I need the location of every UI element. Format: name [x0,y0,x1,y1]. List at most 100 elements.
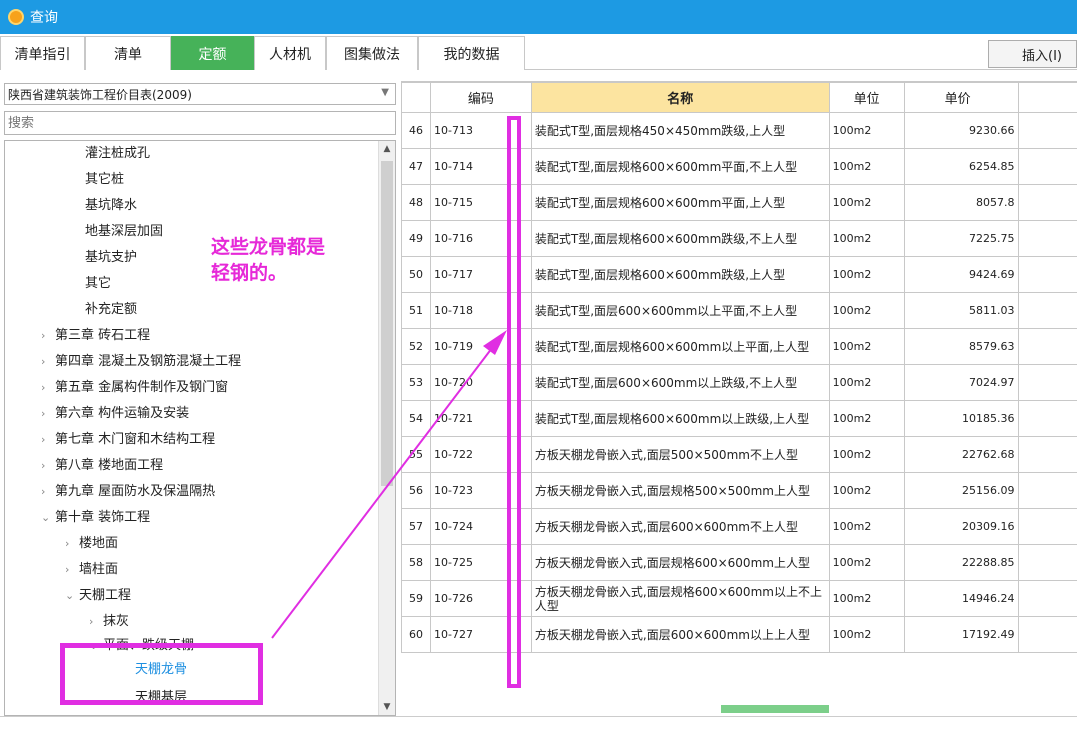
table-row[interactable]: 57 10-724 方板天棚龙骨嵌入式,面层600×600mm不上人型 100m2 20… [401,508,1077,545]
tree-item[interactable]: › 第七章 木门窗和木结构工程 [41,429,215,451]
cell-n[interactable]: 47 [401,148,431,185]
cell-price[interactable]: 7024.97 [903,364,1019,401]
cell-price[interactable]: 10185.36 [903,400,1019,437]
cell-name[interactable]: 方板天棚龙骨嵌入式,面层600×600mm不上人型 [530,508,830,545]
tree-item[interactable]: › 第六章 构件运输及安装 [41,403,189,425]
cell-name[interactable]: 装配式T型,面层规格450×450mm跌级,上人型 [530,112,830,149]
cell-n[interactable]: 53 [401,364,431,401]
table-row[interactable]: 53 10-720 装配式T型,面层600×600mm以上跌级,不上人型 100m2 7… [401,364,1077,401]
table-row[interactable]: 50 10-717 装配式T型,面层规格600×600mm跌级,上人型 100m2 94… [401,256,1077,293]
cell-n[interactable]: 52 [401,328,431,365]
cell-unit[interactable]: 100m2 [828,580,905,617]
cell-unit[interactable]: 100m2 [828,148,905,185]
tree-item[interactable]: › 第九章 屋面防水及保温隔热 [41,481,215,503]
table-row[interactable]: 51 10-718 装配式T型,面层600×600mm以上平面,不上人型 100m2 5… [401,292,1077,329]
scroll-thumb[interactable] [381,161,393,486]
cell-price[interactable]: 25156.09 [903,472,1019,509]
cell-price[interactable]: 17192.49 [903,616,1019,653]
cell-unit[interactable]: 100m2 [828,508,905,545]
cell-name[interactable]: 方板天棚龙骨嵌入式,面层500×500mm不上人型 [530,436,830,473]
cell-name[interactable]: 方板天棚龙骨嵌入式,面层规格600×600mm上人型 [530,544,830,581]
cell-unit[interactable]: 100m2 [828,328,905,365]
cell-name[interactable]: 方板天棚龙骨嵌入式,面层规格500×500mm上人型 [530,472,830,509]
tab-atlas[interactable]: 图集做法 [326,36,418,70]
tree-item[interactable]: › 抹灰 [89,611,129,633]
table-row[interactable]: 60 10-727 方板天棚龙骨嵌入式,面层600×600mm以上上人型 100m2 1… [401,616,1077,653]
header-unit[interactable]: 单位 [828,82,905,113]
cell-n[interactable]: 46 [401,112,431,149]
tree-item[interactable]: › 第三章 砖石工程 [41,325,150,347]
cell-unit[interactable]: 100m2 [828,256,905,293]
cell-unit[interactable]: 100m2 [828,112,905,149]
cell-name[interactable]: 装配式T型,面层规格600×600mm跌级,上人型 [530,256,830,293]
table-row[interactable]: 48 10-715 装配式T型,面层规格600×600mm平面,上人型 100m2 80… [401,184,1077,221]
tree-item[interactable]: › 墙柱面 [65,559,118,581]
tab-quota[interactable]: 定额 [171,36,254,70]
table-row[interactable]: 46 10-713 装配式T型,面层规格450×450mm跌级,上人型 100m2 92… [401,112,1077,149]
tree-item[interactable]: 灌注桩成孔 [85,143,150,165]
cell-n[interactable]: 54 [401,400,431,437]
cell-price[interactable]: 8057.8 [903,184,1019,221]
library-select[interactable]: 陕西省建筑装饰工程价目表(2009) ▼ [4,83,396,105]
header-name[interactable]: 名称 [530,82,830,113]
cell-unit[interactable]: 100m2 [828,364,905,401]
cell-name[interactable]: 方板天棚龙骨嵌入式,面层规格600×600mm以上不上人型 [530,580,830,617]
scroll-up-icon[interactable]: ▲ [381,143,393,155]
cell-unit[interactable]: 100m2 [828,436,905,473]
cell-n[interactable]: 57 [401,508,431,545]
cell-price[interactable]: 6254.85 [903,148,1019,185]
cell-n[interactable]: 59 [401,580,431,617]
cell-name[interactable]: 装配式T型,面层600×600mm以上平面,不上人型 [530,292,830,329]
search-input[interactable] [4,111,396,135]
cell-n[interactable]: 49 [401,220,431,257]
tab-bill[interactable]: 清单 [85,36,171,70]
cell-price[interactable]: 20309.16 [903,508,1019,545]
tree-item[interactable]: 其它桩 [85,169,124,191]
tree-item[interactable]: 基坑降水 [85,195,137,217]
cell-price[interactable]: 9424.69 [903,256,1019,293]
table-row[interactable]: 59 10-726 方板天棚龙骨嵌入式,面层规格600×600mm以上不上人型 100… [401,580,1077,617]
collapse-handle[interactable] [721,705,829,713]
table-row[interactable]: 58 10-725 方板天棚龙骨嵌入式,面层规格600×600mm上人型 100m2 2… [401,544,1077,581]
table-row[interactable]: 54 10-721 装配式T型,面层规格600×600mm以上跌级,上人型 100m2… [401,400,1077,437]
cell-n[interactable]: 58 [401,544,431,581]
tab-my-data[interactable]: 我的数据 [418,36,525,70]
cell-n[interactable]: 48 [401,184,431,221]
cell-price[interactable]: 9230.66 [903,112,1019,149]
cell-unit[interactable]: 100m2 [828,472,905,509]
tree-item[interactable]: › 第八章 楼地面工程 [41,455,163,477]
tree-scrollbar[interactable]: ▲ ▼ [378,141,395,715]
table-row[interactable]: 56 10-723 方板天棚龙骨嵌入式,面层规格500×500mm上人型 100m2 2… [401,472,1077,509]
cell-unit[interactable]: 100m2 [828,292,905,329]
tree-item[interactable]: › 第四章 混凝土及钢筋混凝土工程 [41,351,241,373]
cell-n[interactable]: 55 [401,436,431,473]
cell-name[interactable]: 装配式T型,面层规格600×600mm以上平面,上人型 [530,328,830,365]
cell-name[interactable]: 方板天棚龙骨嵌入式,面层600×600mm以上上人型 [530,616,830,653]
tree-item[interactable]: 地基深层加固 [85,221,163,243]
tree-item[interactable]: 基坑支护 [85,247,137,269]
cell-price[interactable]: 8579.63 [903,328,1019,365]
scroll-down-icon[interactable]: ▼ [381,701,393,713]
insert-button[interactable]: 插入(I) [988,40,1077,68]
cell-name[interactable]: 装配式T型,面层规格600×600mm平面,不上人型 [530,148,830,185]
table-row[interactable]: 47 10-714 装配式T型,面层规格600×600mm平面,不上人型 100m2 6… [401,148,1077,185]
header-price[interactable]: 单价 [903,82,1019,113]
cell-price[interactable]: 14946.24 [903,580,1019,617]
header-code[interactable]: 编码 [429,82,532,113]
cell-name[interactable]: 装配式T型,面层规格600×600mm以上跌级,上人型 [530,400,830,437]
cell-unit[interactable]: 100m2 [828,616,905,653]
cell-n[interactable]: 60 [401,616,431,653]
tree-item[interactable]: ⌄ 第十章 装饰工程 [41,507,150,529]
tree-item[interactable]: › 第五章 金属构件制作及钢门窗 [41,377,228,399]
cell-price[interactable]: 7225.75 [903,220,1019,257]
cell-price[interactable]: 22288.85 [903,544,1019,581]
cell-name[interactable]: 装配式T型,面层规格600×600mm平面,上人型 [530,184,830,221]
tab-guide[interactable]: 清单指引 [0,36,85,70]
cell-unit[interactable]: 100m2 [828,184,905,221]
cell-price[interactable]: 22762.68 [903,436,1019,473]
cell-unit[interactable]: 100m2 [828,544,905,581]
table-row[interactable]: 49 10-716 装配式T型,面层规格600×600mm跌级,不上人型 100m2 7… [401,220,1077,257]
cell-unit[interactable]: 100m2 [828,400,905,437]
cell-n[interactable]: 56 [401,472,431,509]
tree-item[interactable]: 其它 [85,273,111,295]
